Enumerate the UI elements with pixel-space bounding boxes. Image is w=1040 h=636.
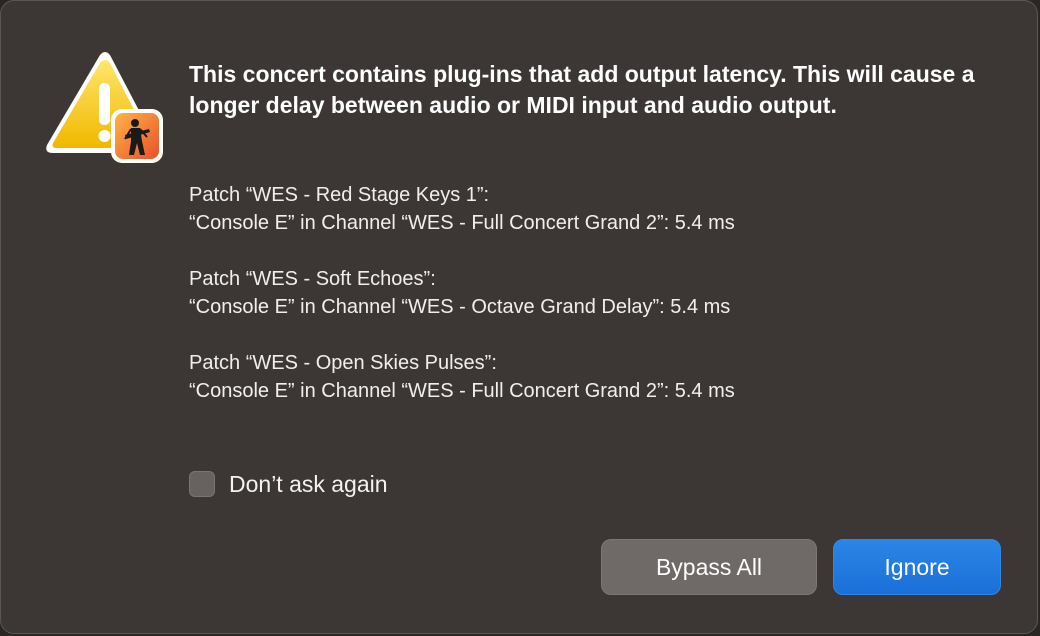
mainstage-app-icon	[111, 109, 163, 163]
patch-latency-detail: “Console E” in Channel “WES - Full Conce…	[189, 380, 735, 402]
patch-entry: Patch “WES - Open Skies Pulses”: “Consol…	[189, 349, 1009, 405]
dont-ask-again-label[interactable]: Don’t ask again	[229, 471, 388, 498]
warning-triangle-icon	[46, 52, 163, 163]
alert-headline: This concert contains plug-ins that add …	[189, 61, 975, 118]
patch-name: Patch “WES - Soft Echoes”:	[189, 268, 436, 290]
patch-entry: Patch “WES - Red Stage Keys 1”: “Console…	[189, 181, 1009, 237]
dont-ask-again-checkbox[interactable]	[189, 471, 215, 497]
dont-ask-again-row[interactable]: Don’t ask again	[189, 469, 388, 499]
bypass-all-button[interactable]: Bypass All	[601, 539, 817, 595]
patch-entry: Patch “WES - Soft Echoes”: “Console E” i…	[189, 265, 1009, 321]
patch-latency-detail: “Console E” in Channel “WES - Octave Gra…	[189, 296, 731, 318]
alert-dialog: This concert contains plug-ins that add …	[0, 0, 1038, 634]
patch-name: Patch “WES - Open Skies Pulses”:	[189, 352, 497, 374]
patch-latency-detail: “Console E” in Channel “WES - Full Conce…	[189, 212, 735, 234]
patch-name: Patch “WES - Red Stage Keys 1”:	[189, 184, 490, 206]
latency-details: Patch “WES - Red Stage Keys 1”: “Console…	[189, 181, 1009, 433]
ignore-button[interactable]: Ignore	[833, 539, 1001, 595]
